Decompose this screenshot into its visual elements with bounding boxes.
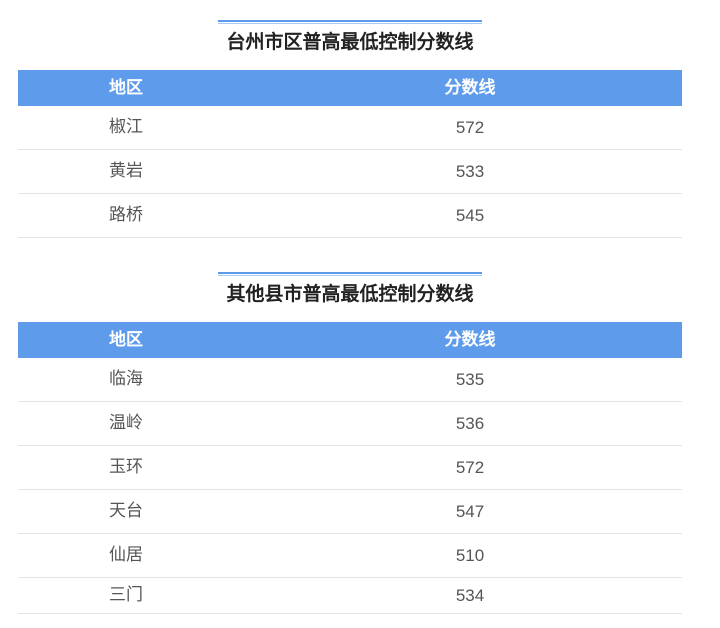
section-2-heading: 其他县市普高最低控制分数线 [218, 272, 482, 307]
cell-region: 三门 [109, 585, 143, 605]
cell-score: 545 [455, 206, 485, 225]
cell-score: 535 [455, 370, 485, 389]
cell-region: 天台 [109, 501, 143, 521]
section-title: 其他县市普高最低控制分数线 [226, 283, 474, 305]
county-score-table: 地区 分数线 临海 535 温岭 536 玉环 572 天台 547 仙居 51… [18, 322, 682, 614]
cell-region: 椒江 [109, 117, 143, 137]
section-1-heading: 台州市区普高最低控制分数线 [218, 20, 482, 55]
cell-score: 533 [455, 162, 485, 181]
header-score: 分数线 [444, 78, 496, 98]
table-row: 温岭 536 [18, 402, 682, 446]
cell-region: 临海 [109, 369, 143, 389]
table-row: 仙居 510 [18, 534, 682, 578]
cell-score: 572 [455, 458, 485, 477]
cell-region: 温岭 [109, 413, 143, 433]
table-row: 临海 535 [18, 358, 682, 402]
cell-score: 534 [455, 586, 485, 605]
table-row: 天台 547 [18, 490, 682, 534]
cell-region: 黄岩 [109, 161, 143, 181]
table-row: 椒江 572 [18, 106, 682, 150]
header-region: 地区 [109, 78, 143, 98]
urban-score-table: 地区 分数线 椒江 572 黄岩 533 路桥 545 [18, 70, 682, 238]
section-title: 台州市区普高最低控制分数线 [226, 31, 474, 53]
header-region: 地区 [109, 330, 143, 350]
cell-score: 547 [455, 502, 485, 521]
cell-region: 仙居 [109, 545, 143, 565]
table-header: 地区 分数线 [18, 70, 682, 106]
cell-region: 路桥 [109, 205, 143, 225]
cell-score: 510 [455, 546, 485, 565]
table-row: 路桥 545 [18, 194, 682, 238]
title-decor-rule [218, 20, 482, 25]
table-row: 玉环 572 [18, 446, 682, 490]
cell-score: 572 [455, 118, 485, 137]
cell-region: 玉环 [109, 457, 143, 477]
title-decor-rule [218, 272, 482, 277]
table-row: 黄岩 533 [18, 150, 682, 194]
table-row: 三门 534 [18, 578, 682, 614]
header-score: 分数线 [444, 330, 496, 350]
table-header: 地区 分数线 [18, 322, 682, 358]
cell-score: 536 [455, 414, 485, 433]
